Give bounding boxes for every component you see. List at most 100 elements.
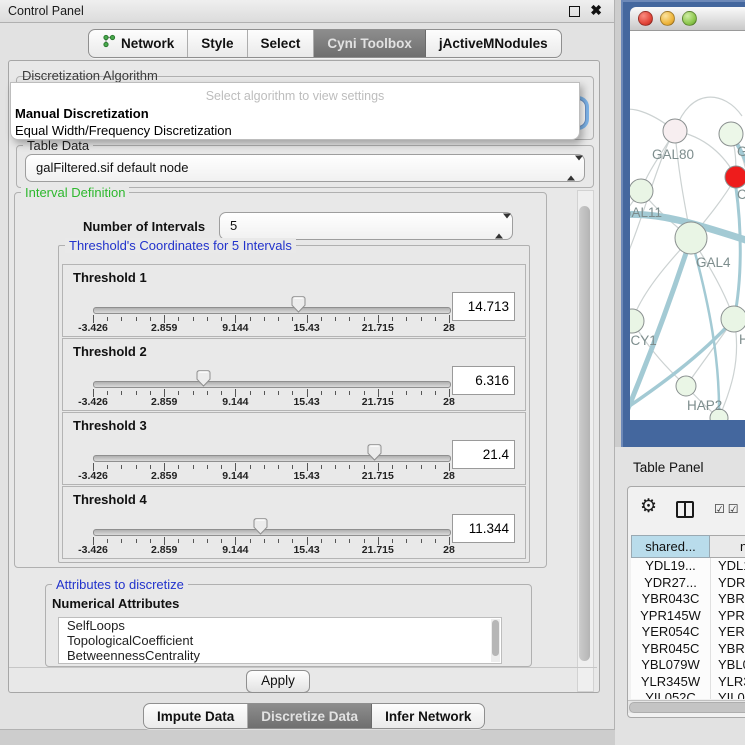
- table-header-name[interactable]: n: [710, 535, 745, 558]
- threshold-row: Threshold 2-3.4262.8599.14415.4321.71528: [62, 338, 526, 411]
- minimize-traffic-light-icon[interactable]: [660, 11, 675, 26]
- spinner-down-icon[interactable]: [575, 156, 583, 176]
- table-cell: YPR145W: [631, 608, 711, 625]
- spinner-down-icon[interactable]: [503, 214, 511, 234]
- threshold-row: Threshold 4-3.4262.8599.14415.4321.71528: [62, 486, 526, 559]
- network-node-label: HAP2: [687, 398, 722, 413]
- zoom-traffic-light-icon[interactable]: [682, 11, 697, 26]
- dropdown-option[interactable]: Equal Width/Frequency Discretization: [11, 123, 579, 138]
- interval-definition-group-title: Interval Definition: [21, 185, 129, 200]
- threshold-value-field[interactable]: [452, 292, 515, 321]
- slider-tick-label: 9.144: [222, 544, 248, 556]
- tab-infer-network[interactable]: Infer Network: [372, 704, 484, 728]
- threshold-slider-thumb[interactable]: [253, 518, 268, 535]
- threshold-label: Threshold 1: [73, 270, 147, 285]
- table-data-select[interactable]: galFiltered.sif default node: [25, 154, 585, 182]
- threshold-value-field[interactable]: [452, 514, 515, 543]
- table-cell: YDL19...: [631, 558, 711, 575]
- table-row[interactable]: YIL052CYIL0: [631, 690, 745, 699]
- table-row[interactable]: YBR043CYBR0: [631, 591, 745, 608]
- split-view-icon[interactable]: [676, 501, 694, 518]
- threshold-slider-track[interactable]: [93, 307, 451, 314]
- tab-network[interactable]: Network: [89, 30, 188, 57]
- panel-scrollbar[interactable]: [577, 190, 594, 692]
- threshold-slider-track[interactable]: [93, 529, 451, 536]
- threshold-slider-thumb[interactable]: [367, 444, 382, 461]
- tab-style[interactable]: Style: [188, 30, 247, 57]
- dropdown-option[interactable]: Manual Discretization: [11, 106, 579, 121]
- numerical-attributes-list[interactable]: SelfLoopsTopologicalCoefficientBetweenne…: [58, 617, 502, 664]
- table-cell: YLR3: [711, 674, 745, 691]
- network-node[interactable]: [719, 122, 743, 146]
- attributes-items: SelfLoopsTopologicalCoefficientBetweenne…: [59, 618, 501, 663]
- threshold-value-field[interactable]: [452, 440, 515, 469]
- network-node[interactable]: [725, 166, 745, 188]
- slider-tick-label: 15.43: [293, 544, 319, 556]
- attribute-list-item[interactable]: SelfLoops: [59, 618, 501, 633]
- threshold-slider-thumb[interactable]: [196, 370, 211, 387]
- network-canvas[interactable]: GAL80GAGAL11CGAL4GCY1HHAP2: [630, 31, 745, 420]
- checkbox-icons[interactable]: ☑☑: [714, 502, 742, 516]
- tab-label: Discretize Data: [261, 705, 358, 728]
- close-traffic-light-icon[interactable]: [638, 11, 653, 26]
- slider-tick-label: -3.426: [78, 544, 108, 556]
- tab-discretize-data[interactable]: Discretize Data: [248, 704, 372, 728]
- threshold-value-field[interactable]: [452, 366, 515, 395]
- spinner-up-icon[interactable]: [567, 161, 575, 181]
- table-row[interactable]: YBL079WYBL0: [631, 657, 745, 674]
- table-hscrollbar-thumb[interactable]: [629, 702, 745, 713]
- network-node[interactable]: [675, 222, 707, 254]
- table-row[interactable]: YPR145WYPR1: [631, 608, 745, 625]
- panel-scrollbar-thumb[interactable]: [579, 206, 590, 661]
- network-node[interactable]: [630, 309, 644, 333]
- close-icon[interactable]: ✖: [590, 2, 602, 19]
- table-row[interactable]: YDR27...YDR2: [631, 575, 745, 592]
- attribute-list-item[interactable]: TopologicalCoefficient: [59, 633, 501, 648]
- network-node[interactable]: [663, 119, 687, 143]
- threshold-slider-track[interactable]: [93, 381, 451, 388]
- table-row[interactable]: YLR345WYLR3: [631, 674, 745, 691]
- slider-ticks: [93, 389, 450, 398]
- dropdown-options: Manual Discretization Equal Width/Frequen…: [11, 106, 579, 138]
- network-node[interactable]: [676, 376, 696, 396]
- table-panel-title: Table Panel: [633, 460, 704, 475]
- network-node[interactable]: [721, 306, 745, 332]
- tab-cyni-toolbox[interactable]: Cyni Toolbox: [314, 30, 426, 57]
- apply-button[interactable]: Apply: [246, 670, 310, 693]
- tab-select[interactable]: Select: [248, 30, 315, 57]
- attributes-group: Attributes to discretize Numerical Attri…: [45, 584, 532, 667]
- table-row[interactable]: YER054CYER0: [631, 624, 745, 641]
- tab-impute-data[interactable]: Impute Data: [144, 704, 248, 728]
- slider-tick-label: 15.43: [293, 396, 319, 408]
- table-row[interactable]: YBR045CYBR0: [631, 641, 745, 658]
- attribute-list-item[interactable]: BetweennessCentrality: [59, 648, 501, 663]
- slider-tick-label: 21.715: [362, 470, 394, 482]
- threshold-slider-thumb[interactable]: [291, 296, 306, 313]
- network-node-label: C: [737, 187, 745, 202]
- float-window-icon[interactable]: [569, 6, 580, 17]
- threshold-row: Threshold 1-3.4262.8599.14415.4321.71528: [62, 264, 526, 337]
- discretization-algorithm-group-title: Discretization Algorithm: [22, 68, 158, 83]
- num-intervals-label: Number of Intervals: [83, 214, 205, 240]
- slider-tick-label: 21.715: [362, 544, 394, 556]
- spinner-up-icon[interactable]: [495, 219, 503, 239]
- network-node[interactable]: [630, 179, 653, 203]
- network-node-label: GAL4: [696, 255, 731, 270]
- list-scrollbar-thumb[interactable]: [492, 620, 499, 656]
- screen: Control Panel ✖ NetworkStyleSelectCyni T…: [0, 0, 745, 745]
- num-intervals-select[interactable]: 5: [219, 212, 513, 240]
- gear-icon[interactable]: ⚙: [640, 495, 657, 518]
- table-hscrollbar[interactable]: [628, 700, 745, 713]
- slider-tick-label: 9.144: [222, 322, 248, 334]
- list-scrollbar[interactable]: [491, 619, 500, 662]
- table-cell: YBR045C: [631, 641, 711, 658]
- interval-definition-group: Interval Definition Number of Intervals …: [14, 192, 547, 568]
- table-row[interactable]: YDL19...YDL1: [631, 558, 745, 575]
- threshold-slider-track[interactable]: [93, 455, 451, 462]
- network-edge-highlighted[interactable]: [734, 188, 740, 319]
- table-cell: YDR2: [711, 575, 745, 592]
- tab-label: Style: [201, 31, 233, 56]
- slider-ticks: [93, 537, 450, 546]
- tab-jactivemnodules[interactable]: jActiveMNodules: [426, 30, 561, 57]
- table-header-shared[interactable]: shared...: [631, 535, 710, 558]
